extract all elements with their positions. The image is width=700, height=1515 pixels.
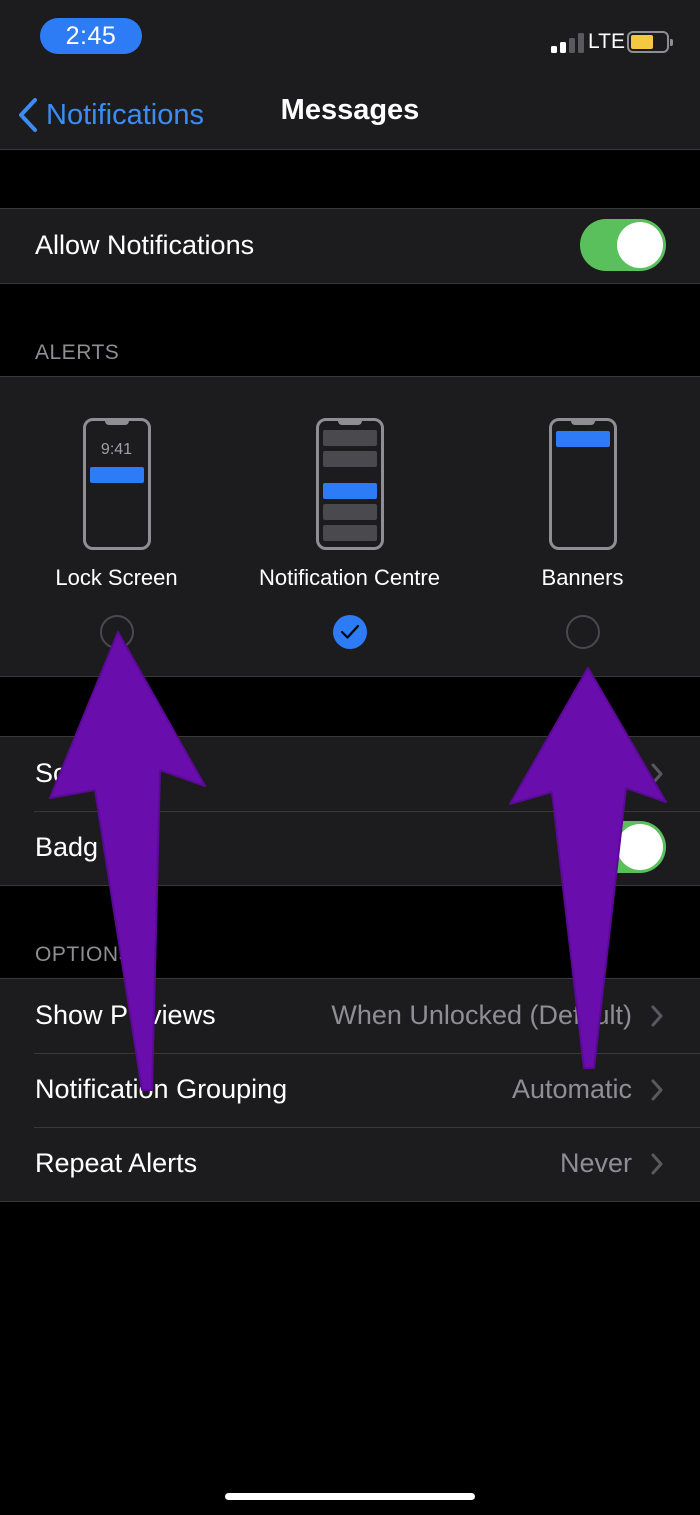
status-time[interactable]: 2:45 (40, 18, 142, 54)
show-previews-value: When Unlocked (Def ult) (331, 1000, 632, 1030)
notification-centre-label: Notification Centre (259, 565, 440, 590)
chevron-right-icon (651, 1153, 663, 1175)
banners-phone-icon (548, 418, 617, 550)
banners-radio[interactable] (565, 615, 600, 649)
allow-notifications-group: Allow Notifications (0, 208, 700, 284)
show-previews-label: Show Pviews (35, 1000, 216, 1030)
sounds-label: So (35, 758, 69, 788)
repeat-alerts-row[interactable]: Repeat Alerts Never (0, 1127, 700, 1201)
navigation-bar: Notifications Messages (0, 80, 700, 150)
battery-icon (627, 31, 673, 53)
sounds-badges-group: So Badg (0, 736, 700, 886)
show-previews-row[interactable]: Show Pviews When Unlocked (Def ult) (0, 979, 700, 1053)
notification-grouping-label: Notification Grouping (35, 1074, 288, 1104)
lock-screen-label: Lock Screen (55, 565, 178, 590)
chevron-right-icon (651, 1079, 663, 1101)
alerts-section-header: ALERTS (35, 341, 120, 364)
lock-screen-radio[interactable] (99, 615, 134, 649)
options-group: Show Pviews When Unlocked (Def ult) Notif… (0, 978, 700, 1202)
badges-row: Badg (0, 811, 700, 885)
badges-toggle[interactable] (580, 821, 666, 873)
checkmark-icon (340, 624, 359, 639)
sounds-row[interactable]: So (0, 737, 700, 811)
allow-notifications-toggle[interactable] (580, 219, 666, 271)
alert-style-lock-screen[interactable]: 9:41 Lock Screen (0, 377, 233, 677)
repeat-alerts-value: Never (559, 1148, 632, 1178)
carrier-label: LTE (588, 30, 625, 53)
options-section-header: OPTIONS (35, 943, 134, 966)
allow-notifications-label: Allow Notifications (35, 230, 255, 260)
status-bar: 2:45 LTE (0, 0, 700, 80)
allow-notifications-row: Allow Notifications (0, 209, 700, 283)
notification-grouping-value: Automatic (511, 1074, 632, 1104)
alert-style-notification-centre[interactable]: Notification Centre (233, 377, 466, 677)
repeat-alerts-label: Repeat Alerts (35, 1148, 198, 1178)
banners-label: Banners (541, 565, 624, 590)
notification-centre-phone-icon (315, 418, 384, 550)
notification-centre-radio[interactable] (332, 615, 367, 649)
notification-grouping-row[interactable]: Notification Grouping Automatic (0, 1053, 700, 1127)
signal-icon (551, 33, 585, 53)
chevron-right-icon (651, 1005, 663, 1027)
lock-screen-preview-time: 9:41 (100, 441, 133, 458)
home-indicator[interactable] (225, 1493, 475, 1500)
page-title: Messages (280, 94, 420, 126)
badges-label: Badg (35, 832, 99, 862)
lock-screen-phone-icon: 9:41 (82, 418, 151, 550)
chevron-right-icon (651, 763, 663, 785)
alert-style-banners[interactable]: Banners (466, 377, 699, 677)
alerts-group: 9:41 Lock Screen Notification Centre Ban… (0, 376, 700, 677)
